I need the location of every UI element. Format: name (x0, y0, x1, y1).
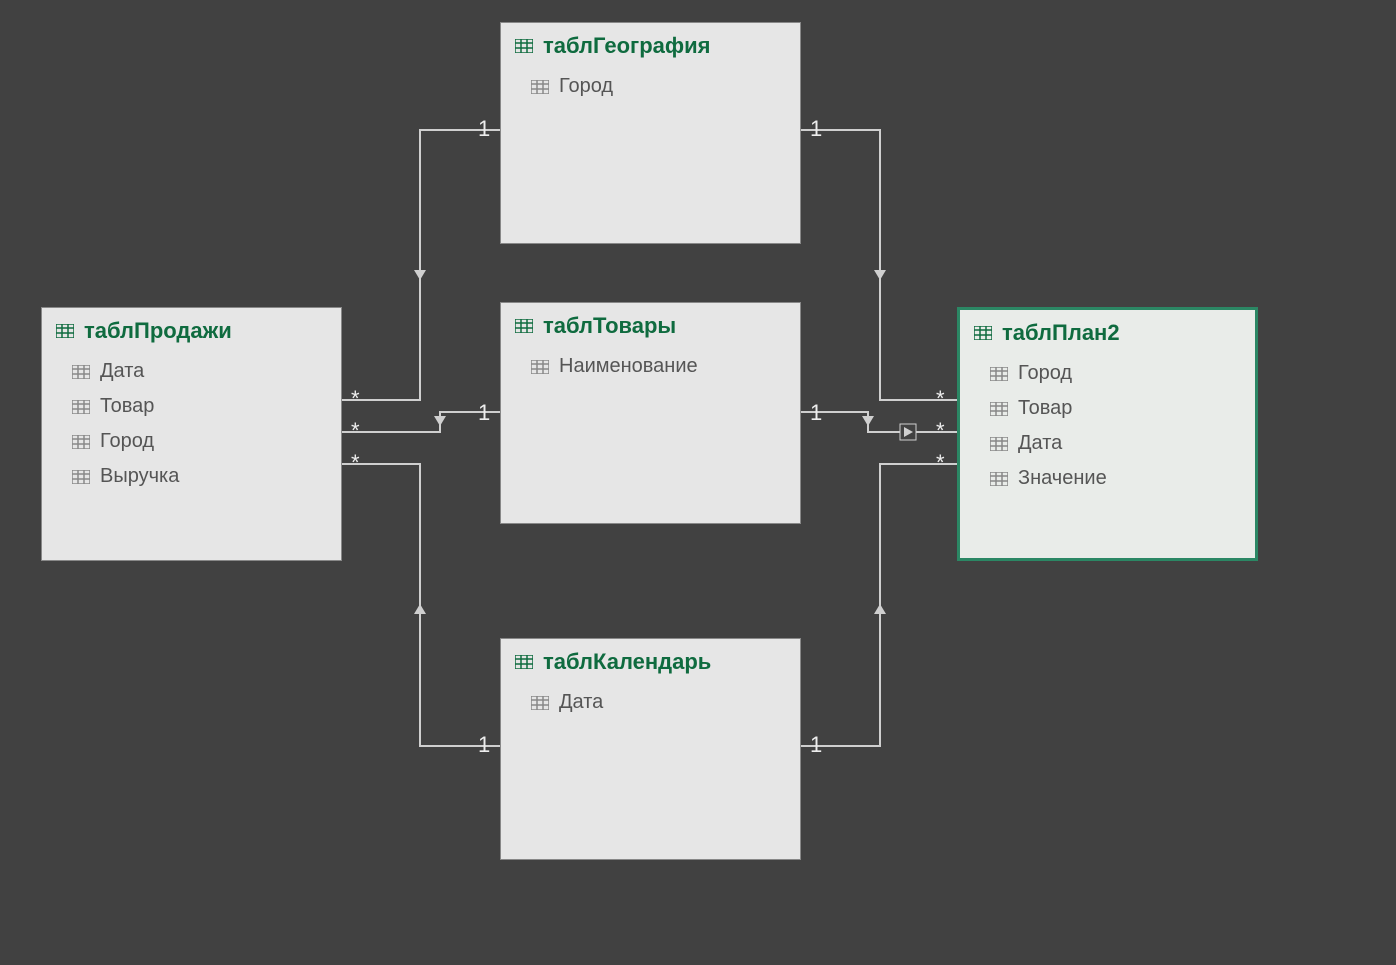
table-icon (990, 367, 1008, 381)
entity-calendar[interactable]: таблКалендарь Дата (500, 638, 801, 860)
field-label: Дата (100, 360, 144, 383)
table-icon (974, 326, 992, 340)
field-label: Значение (1018, 467, 1107, 490)
cardinality-one: 1 (810, 116, 822, 142)
field-label: Выручка (100, 465, 179, 488)
table-icon (515, 655, 533, 669)
table-icon (990, 437, 1008, 451)
entity-header: таблПлан2 (960, 310, 1255, 352)
field-item[interactable]: Выручка (72, 459, 327, 494)
table-icon (72, 365, 90, 379)
entity-sales[interactable]: таблПродажи Дата Товар Город Выручка (41, 307, 342, 561)
entity-header: таблКалендарь (501, 639, 800, 681)
field-item[interactable]: Значение (990, 461, 1241, 496)
entity-products[interactable]: таблТовары Наименование (500, 302, 801, 524)
field-item[interactable]: Дата (990, 426, 1241, 461)
entity-title: таблГеография (543, 33, 711, 59)
entity-plan[interactable]: таблПлан2 Город Товар Дата Значение (957, 307, 1258, 561)
field-item[interactable]: Город (990, 356, 1241, 391)
field-label: Товар (1018, 397, 1072, 420)
table-icon (72, 400, 90, 414)
field-label: Город (1018, 362, 1072, 385)
table-icon (56, 324, 74, 338)
cardinality-one: 1 (478, 732, 490, 758)
diagram-canvas[interactable]: 1 1 1 * * * 1 1 1 * * * таблПродажи Дата… (0, 0, 1396, 965)
field-label: Город (100, 430, 154, 453)
cardinality-many: * (936, 386, 945, 412)
table-icon (515, 319, 533, 333)
cardinality-one: 1 (810, 400, 822, 426)
field-label: Дата (559, 691, 603, 714)
table-icon (531, 360, 549, 374)
table-icon (531, 696, 549, 710)
table-icon (515, 39, 533, 53)
field-label: Товар (100, 395, 154, 418)
entity-header: таблПродажи (42, 308, 341, 350)
entity-title: таблПродажи (84, 318, 232, 344)
field-label: Наименование (559, 355, 698, 378)
cardinality-one: 1 (810, 732, 822, 758)
cardinality-many: * (351, 450, 360, 476)
field-item[interactable]: Город (72, 424, 327, 459)
entity-title: таблПлан2 (1002, 320, 1120, 346)
field-item[interactable]: Наименование (531, 349, 786, 384)
cardinality-one: 1 (478, 400, 490, 426)
field-item[interactable]: Товар (990, 391, 1241, 426)
table-icon (72, 470, 90, 484)
field-item[interactable]: Дата (72, 354, 327, 389)
table-icon (990, 472, 1008, 486)
entity-title: таблТовары (543, 313, 676, 339)
table-icon (990, 402, 1008, 416)
table-icon (531, 80, 549, 94)
cardinality-one: 1 (478, 116, 490, 142)
cardinality-many: * (351, 418, 360, 444)
table-icon (72, 435, 90, 449)
field-item[interactable]: Товар (72, 389, 327, 424)
entity-title: таблКалендарь (543, 649, 711, 675)
cardinality-many: * (351, 386, 360, 412)
field-item[interactable]: Город (531, 69, 786, 104)
entity-header: таблГеография (501, 23, 800, 65)
field-label: Город (559, 75, 613, 98)
field-item[interactable]: Дата (531, 685, 786, 720)
cardinality-many: * (936, 450, 945, 476)
entity-geography[interactable]: таблГеография Город (500, 22, 801, 244)
entity-header: таблТовары (501, 303, 800, 345)
field-label: Дата (1018, 432, 1062, 455)
cardinality-many: * (936, 418, 945, 444)
